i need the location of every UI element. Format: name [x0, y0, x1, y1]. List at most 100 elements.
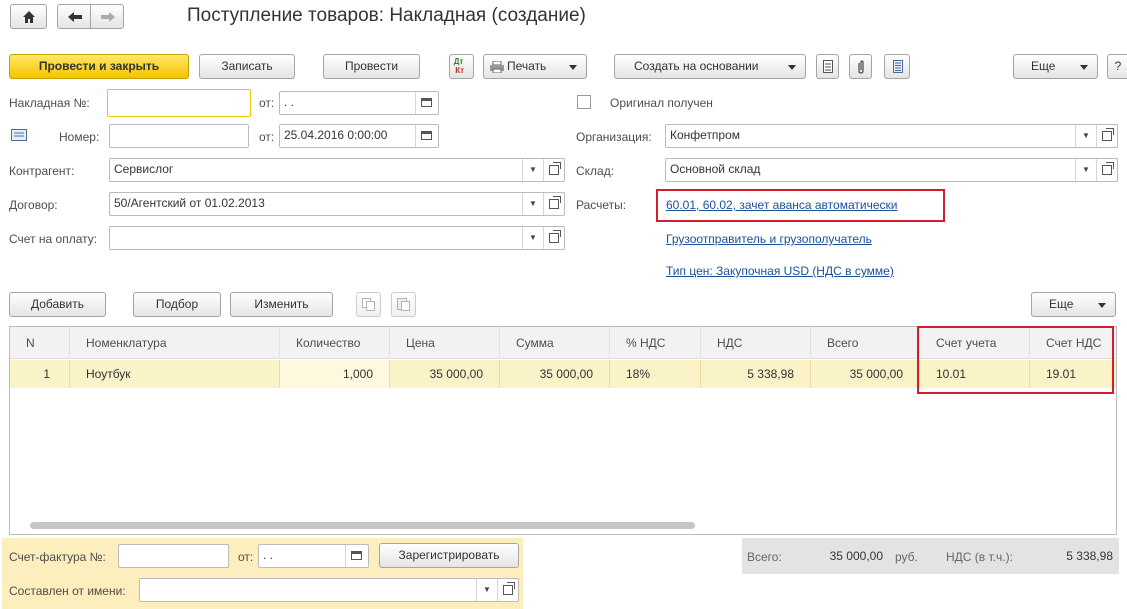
chevron-down-icon[interactable]: ▼ [522, 193, 543, 215]
invoice-date-label: от: [259, 96, 275, 110]
made-by-field[interactable]: ▼ [139, 578, 519, 602]
paste-icon [397, 298, 410, 311]
open-icon[interactable] [543, 193, 564, 215]
cell-sum[interactable]: 35 000,00 [500, 360, 610, 388]
document-button[interactable] [816, 54, 839, 79]
home-button[interactable] [10, 4, 47, 29]
chevron-down-icon[interactable]: ▼ [1075, 159, 1096, 181]
price-type-link[interactable]: Тип цен: Закупочная USD (НДС в сумме) [666, 264, 894, 278]
doc-date-value: 25.04.2016 0:00:00 [284, 128, 388, 142]
arrow-right-icon [101, 12, 115, 22]
dt-kt-icon: Дт Кт [453, 57, 465, 75]
vat-total-value: 5 338,98 [1066, 549, 1113, 563]
copy-row-button[interactable] [356, 292, 381, 317]
number-input[interactable] [109, 124, 249, 148]
dt-kt-button[interactable]: Дт Кт [449, 54, 474, 79]
payment-invoice-label: Счет на оплату: [9, 232, 98, 246]
arrow-left-icon [68, 12, 82, 22]
invoice-date-value: . . [284, 95, 295, 109]
create-based-on-button[interactable]: Создать на основании [614, 54, 806, 79]
post-button[interactable]: Провести [323, 54, 420, 79]
cell-total[interactable]: 35 000,00 [811, 360, 920, 388]
chevron-down-icon [788, 65, 796, 70]
shipper-consignee-link[interactable]: Грузоотправитель и грузополучатель [666, 232, 872, 246]
sf-number-input[interactable] [118, 544, 229, 568]
accounts-highlight [917, 326, 1114, 394]
open-icon[interactable] [543, 227, 564, 249]
contract-field[interactable]: 50/Агентский от 01.02.2013 ▼ [109, 192, 565, 216]
organization-label: Организация: [576, 130, 652, 144]
change-button[interactable]: Изменить [230, 292, 333, 317]
organization-field[interactable]: Конфетпром ▼ [665, 124, 1118, 148]
chevron-down-icon[interactable]: ▼ [522, 159, 543, 181]
structure-button[interactable] [884, 54, 910, 79]
currency-label: руб. [895, 550, 918, 564]
calendar-icon[interactable] [415, 125, 438, 147]
number-label: Номер: [59, 130, 100, 144]
open-icon[interactable] [543, 159, 564, 181]
paperclip-icon [858, 60, 864, 74]
col-price[interactable]: Цена [390, 327, 500, 359]
select-button[interactable]: Подбор [133, 292, 221, 317]
post-and-close-button[interactable]: Провести и закрыть [9, 54, 189, 79]
payment-invoice-field[interactable]: ▼ [109, 226, 565, 250]
create-based-on-label: Создать на основании [634, 59, 759, 73]
forward-button[interactable] [90, 4, 124, 29]
settlements-link[interactable]: 60.01, 60.02, зачет аванса автоматически [666, 198, 897, 212]
calendar-icon[interactable] [345, 545, 368, 567]
made-by-label: Составлен от имени: [9, 584, 126, 598]
col-nomenclature[interactable]: Номенклатура [70, 327, 280, 359]
chevron-down-icon[interactable]: ▼ [522, 227, 543, 249]
open-icon[interactable] [1096, 159, 1117, 181]
warehouse-field[interactable]: Основной склад ▼ [665, 158, 1118, 182]
col-vat[interactable]: НДС [701, 327, 811, 359]
organization-value: Конфетпром [670, 128, 741, 142]
cell-price[interactable]: 35 000,00 [390, 360, 500, 388]
open-icon[interactable] [1096, 125, 1117, 147]
contractor-field[interactable]: Сервислог ▼ [109, 158, 565, 182]
original-received-label: Оригинал получен [610, 96, 713, 110]
total-label: Всего: [747, 550, 782, 564]
contractor-label: Контрагент: [9, 164, 75, 178]
document-icon [823, 60, 833, 73]
chevron-down-icon[interactable]: ▼ [476, 579, 497, 601]
sf-date-input[interactable]: . . [258, 544, 369, 568]
original-received-checkbox[interactable] [577, 95, 591, 109]
print-label: Печать [507, 59, 547, 73]
back-button[interactable] [57, 4, 91, 29]
add-button[interactable]: Добавить [9, 292, 106, 317]
invoice-number-input[interactable] [107, 89, 251, 117]
doc-date-input[interactable]: 25.04.2016 0:00:00 [279, 124, 439, 148]
cell-vat[interactable]: 5 338,98 [701, 360, 811, 388]
cell-vat-rate[interactable]: 18% [610, 360, 701, 388]
vat-total-label: НДС (в т.ч.): [946, 550, 1013, 564]
col-n[interactable]: N [10, 327, 70, 359]
table-more-button[interactable]: Еще [1031, 292, 1116, 317]
horizontal-scrollbar[interactable] [30, 522, 695, 529]
help-button[interactable]: ? [1107, 54, 1127, 79]
chevron-down-icon[interactable]: ▼ [1075, 125, 1096, 147]
warehouse-value: Основной склад [670, 162, 761, 176]
save-button[interactable]: Записать [199, 54, 295, 79]
attachment-button[interactable] [849, 54, 872, 79]
contractor-value: Сервислог [114, 162, 174, 176]
calendar-icon[interactable] [415, 92, 438, 114]
col-vat-rate[interactable]: % НДС [610, 327, 701, 359]
contract-label: Договор: [9, 198, 58, 212]
window-title: Поступление товаров: Накладная (создание… [187, 5, 586, 26]
open-icon[interactable] [497, 579, 518, 601]
chevron-down-icon [1080, 65, 1088, 70]
col-sum[interactable]: Сумма [500, 327, 610, 359]
invoice-date-input[interactable]: . . [279, 91, 439, 115]
col-total[interactable]: Всего [811, 327, 920, 359]
print-button[interactable]: Печать [483, 54, 587, 79]
col-quantity[interactable]: Количество [280, 327, 390, 359]
chevron-down-icon [569, 65, 577, 70]
cell-n[interactable]: 1 [10, 360, 70, 388]
cell-quantity[interactable]: 1,000 [280, 360, 390, 388]
paste-button[interactable] [391, 292, 416, 317]
register-button[interactable]: Зарегистрировать [379, 543, 519, 568]
contract-value: 50/Агентский от 01.02.2013 [114, 196, 265, 210]
more-button[interactable]: Еще [1013, 54, 1098, 79]
cell-nomenclature[interactable]: Ноутбук [70, 360, 280, 388]
